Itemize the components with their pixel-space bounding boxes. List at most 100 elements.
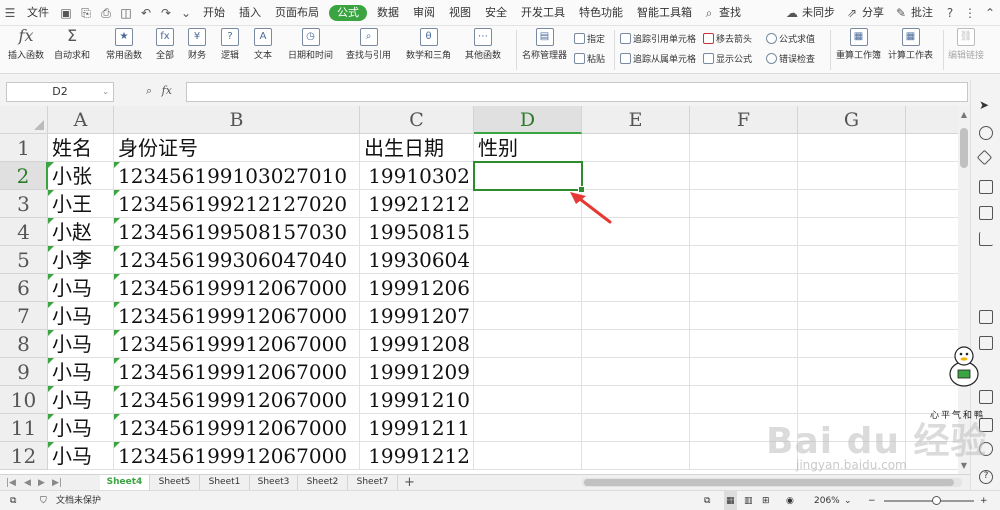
cell-d10[interactable] — [474, 386, 582, 414]
cell-d5[interactable] — [474, 246, 582, 274]
tab-smart-tools[interactable]: 智能工具箱 — [630, 0, 699, 26]
column-header-a[interactable]: A — [48, 106, 114, 134]
cell-g5[interactable] — [798, 246, 906, 274]
cell-c6[interactable]: 19991206 — [360, 274, 474, 302]
cell-g9[interactable] — [798, 358, 906, 386]
cell-e6[interactable] — [582, 274, 690, 302]
cell-b9[interactable]: 123456199912067000 — [114, 358, 360, 386]
collapse-icon[interactable]: ⌃ — [983, 6, 997, 20]
cell-e9[interactable] — [582, 358, 690, 386]
column-header-e[interactable]: E — [582, 106, 690, 134]
cell-c5[interactable]: 19930604 — [360, 246, 474, 274]
view-pagebreak-icon[interactable]: ⊞ — [762, 491, 770, 510]
cell-a6[interactable]: 小马 — [48, 274, 114, 302]
cell-g2[interactable] — [798, 162, 906, 190]
cell-a11[interactable]: 小马 — [48, 414, 114, 442]
cell-c9[interactable]: 19991209 — [360, 358, 474, 386]
tab-data[interactable]: 数据 — [370, 0, 406, 26]
row-header-1[interactable]: 1 — [0, 134, 48, 162]
autosum-button[interactable]: Σ 自动求和 — [54, 28, 90, 62]
cell-c7[interactable]: 19991207 — [360, 302, 474, 330]
search-icon[interactable]: ⌕ — [702, 6, 716, 20]
trace-precedents-button[interactable]: 追踪引用单元格 — [620, 32, 696, 45]
cell-a9[interactable]: 小马 — [48, 358, 114, 386]
cell-filler[interactable] — [906, 162, 958, 190]
row-header-5[interactable]: 5 — [0, 246, 48, 274]
error-check-button[interactable]: 错误检查 — [766, 52, 815, 65]
cell-f10[interactable] — [690, 386, 798, 414]
row-header-2[interactable]: 2 — [0, 162, 48, 190]
style-icon[interactable] — [979, 126, 993, 140]
zoom-value[interactable]: 206% — [814, 491, 840, 510]
share-button[interactable]: 分享 — [862, 0, 891, 26]
edit-links-button[interactable]: ⛓ 编辑链接 — [948, 28, 984, 61]
tab-view[interactable]: 视图 — [442, 0, 478, 26]
calc-sheet-button[interactable]: ▦ 计算工作表 — [888, 28, 933, 61]
sheet-tab-sheet1[interactable]: Sheet1 — [200, 475, 250, 490]
table-icon[interactable] — [979, 180, 993, 194]
cell-e12[interactable] — [582, 442, 690, 470]
tab-features[interactable]: 特色功能 — [572, 0, 630, 26]
add-sheet-button[interactable]: + — [404, 475, 415, 491]
cell-f4[interactable] — [690, 218, 798, 246]
show-formula-button[interactable]: 显示公式 — [703, 52, 752, 65]
all-function-button[interactable]: fx 全部 — [156, 28, 174, 61]
evaluate-formula-button[interactable]: 公式求值 — [766, 32, 815, 45]
cell-b11[interactable]: 123456199912067000 — [114, 414, 360, 442]
export-icon[interactable]: ⎘ — [79, 6, 93, 20]
redo-icon[interactable]: ↷ — [159, 6, 173, 20]
finance-button[interactable]: ¥ 财务 — [188, 28, 206, 61]
eye-protect-icon[interactable]: ◉ — [786, 491, 794, 510]
datetime-button[interactable]: ◷ 日期和时间 — [288, 28, 333, 61]
cell-e2[interactable] — [582, 162, 690, 190]
trace-dependents-button[interactable]: 追踪从属单元格 — [620, 52, 696, 65]
cell-c4[interactable]: 19950815 — [360, 218, 474, 246]
cell-filler[interactable] — [906, 246, 958, 274]
cell-d9[interactable] — [474, 358, 582, 386]
row-header-3[interactable]: 3 — [0, 190, 48, 218]
cell-c12[interactable]: 19991212 — [360, 442, 474, 470]
search-label[interactable]: 查找 — [719, 0, 748, 26]
sheet-tab-sheet2[interactable]: Sheet2 — [298, 475, 348, 490]
row-header-10[interactable]: 10 — [0, 386, 48, 414]
fx-label[interactable]: fx — [162, 84, 172, 97]
insert-function-button[interactable]: fx 插入函数 — [8, 28, 44, 62]
more-icon[interactable]: ⋮ — [963, 6, 977, 20]
chart-icon[interactable] — [979, 232, 993, 246]
row-header-11[interactable]: 11 — [0, 414, 48, 442]
cell-c1[interactable]: 出生日期 — [360, 134, 474, 162]
cell-c2[interactable]: 19910302 — [360, 162, 474, 190]
cell-a10[interactable]: 小马 — [48, 386, 114, 414]
cell-d4[interactable] — [474, 218, 582, 246]
cell-b1[interactable]: 身份证号 — [114, 134, 360, 162]
row-header-12[interactable]: 12 — [0, 442, 48, 470]
zoom-dropdown-icon[interactable]: ⌄ — [844, 491, 852, 510]
cell-a12[interactable]: 小马 — [48, 442, 114, 470]
cell-b12[interactable]: 123456199912067000 — [114, 442, 360, 470]
save-icon[interactable]: ▣ — [59, 6, 73, 20]
view-page-icon[interactable]: ▥ — [744, 491, 753, 510]
column-header-d[interactable]: D — [474, 106, 582, 134]
cell-f2[interactable] — [690, 162, 798, 190]
tab-insert[interactable]: 插入 — [232, 0, 268, 26]
undo-icon[interactable]: ↶ — [139, 6, 153, 20]
sheet-tab-sheet5[interactable]: Sheet5 — [150, 475, 200, 490]
cell-a7[interactable]: 小马 — [48, 302, 114, 330]
scroll-up-icon[interactable]: ▲ — [960, 110, 968, 119]
other-function-button[interactable]: ⋯ 其他函数 — [465, 28, 501, 61]
pin-icon[interactable]: ⧉ — [10, 491, 16, 510]
fill-icon[interactable] — [976, 149, 993, 166]
zoom-slider[interactable] — [884, 500, 974, 502]
cell-g8[interactable] — [798, 330, 906, 358]
annotate-button[interactable]: 批注 — [911, 0, 940, 26]
print-icon[interactable]: ⎙ — [99, 6, 113, 20]
cell-d8[interactable] — [474, 330, 582, 358]
cell-d6[interactable] — [474, 274, 582, 302]
preview-icon[interactable]: ◫ — [119, 6, 133, 20]
image-icon[interactable] — [979, 390, 993, 404]
scroll-thumb[interactable] — [960, 128, 968, 168]
cell-c8[interactable]: 19991208 — [360, 330, 474, 358]
row-header-4[interactable]: 4 — [0, 218, 48, 246]
cell-b4[interactable]: 123456199508157030 — [114, 218, 360, 246]
cell-d12[interactable] — [474, 442, 582, 470]
